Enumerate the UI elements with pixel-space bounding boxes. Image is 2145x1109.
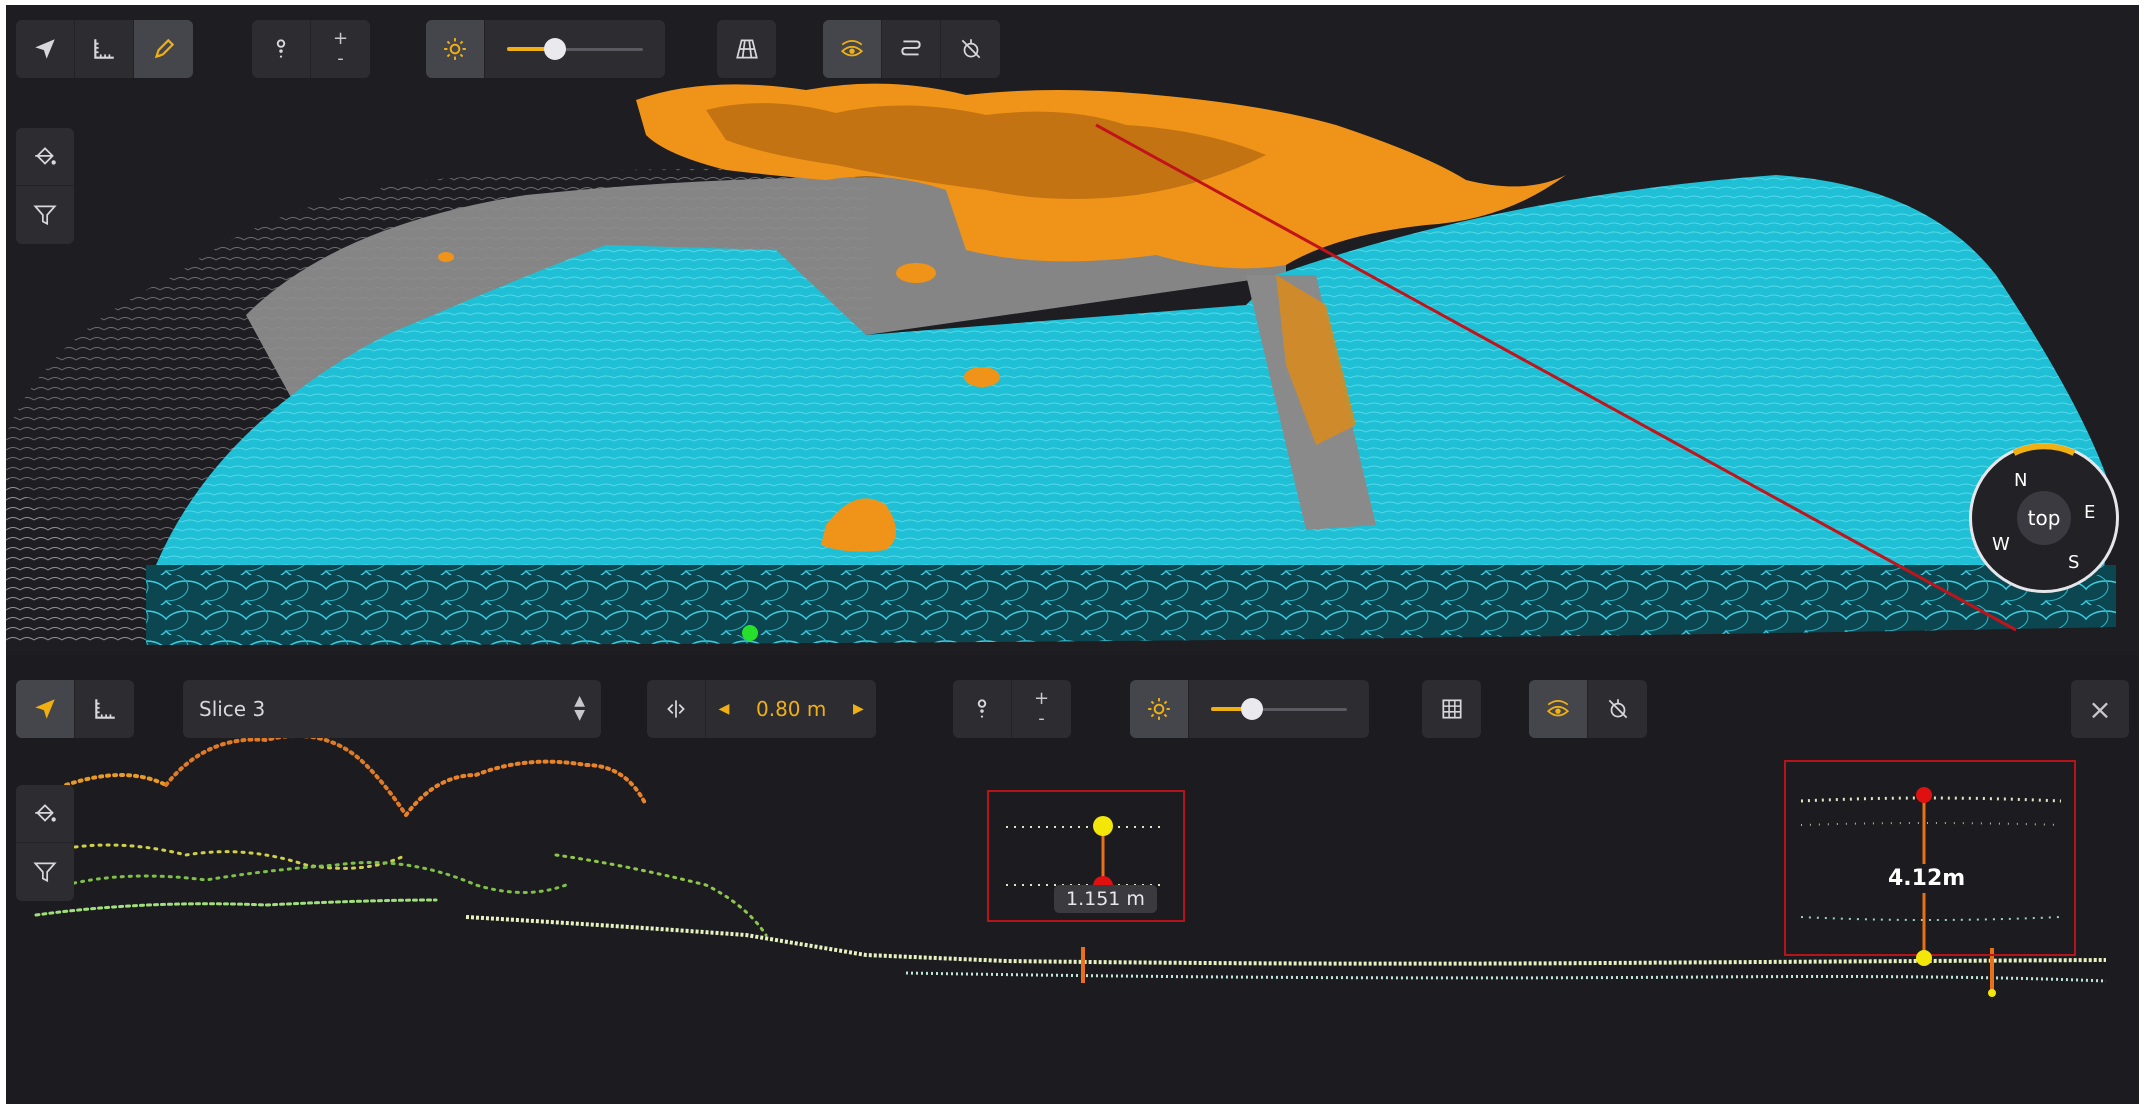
eye-layers-icon	[1546, 700, 1570, 717]
filter-icon	[33, 862, 57, 883]
sun-icon	[1148, 698, 1170, 720]
slice-visibility-button[interactable]	[1529, 680, 1588, 738]
slice-path-icon	[901, 40, 921, 56]
point-size-icon	[276, 39, 286, 58]
slice-point-size-button[interactable]	[953, 680, 1012, 738]
slice-grid-button[interactable]	[1422, 680, 1481, 738]
slice-navigate-button[interactable]	[16, 680, 75, 738]
eye-layers-icon	[840, 40, 864, 57]
slice-brightness-slider[interactable]	[1189, 680, 1369, 738]
brightness-slider-knob[interactable]	[543, 38, 566, 60]
slice-width-button[interactable]	[647, 680, 706, 738]
measure-2-bottom-handle	[1916, 950, 1932, 966]
compass-west: W	[1992, 534, 2010, 555]
point-size-plus[interactable]: +	[333, 29, 348, 49]
slice-point-size-minus[interactable]: -	[1038, 709, 1045, 729]
slice-brightness-button[interactable]	[1130, 680, 1189, 738]
slice-side-tools	[16, 785, 74, 901]
compass-east: E	[2084, 502, 2096, 523]
point-size-icon	[977, 699, 987, 718]
slice-point-size-toolbar: + -	[953, 680, 1071, 738]
no-target-icon	[961, 39, 980, 59]
crosshair-button[interactable]	[941, 20, 1000, 78]
point-size-toolbar: + -	[252, 20, 370, 78]
brightness-slider[interactable]	[485, 20, 665, 78]
brightness-button[interactable]	[426, 20, 485, 78]
measure-1-top-handle	[1093, 816, 1113, 836]
top-side-tools	[16, 128, 74, 244]
slice-width-toolbar: ◀ 0.80 m ▶	[647, 680, 877, 738]
grid-button[interactable]	[717, 20, 776, 78]
grid-toolbar	[717, 20, 776, 78]
measure-button[interactable]	[75, 20, 134, 78]
view-options-toolbar	[823, 20, 1000, 78]
slice-brightness-slider-knob[interactable]	[1240, 698, 1263, 720]
mode-toolbar	[16, 20, 193, 78]
slice-select-value: Slice 3	[199, 697, 266, 721]
slice-width-increase[interactable]: ▶	[840, 680, 876, 738]
draw-button[interactable]	[134, 20, 193, 78]
navigate-arrow-icon	[35, 699, 55, 719]
measure-2-top-handle	[1916, 787, 1932, 803]
navigate-arrow-icon	[35, 39, 55, 59]
point-size-button[interactable]	[252, 20, 311, 78]
brightness-toolbar	[426, 20, 665, 78]
measurement-label-1: 1.151 m	[1054, 885, 1157, 913]
measurement-label-2: 4.12m	[1882, 864, 1972, 893]
green-marker	[742, 625, 758, 641]
grid-icon	[1441, 699, 1462, 719]
slice-point-size-plus[interactable]: +	[1034, 689, 1049, 709]
filter-button[interactable]	[16, 186, 74, 244]
slice-color-mode-button[interactable]	[16, 785, 74, 843]
slice-brightness-toolbar	[1130, 680, 1369, 738]
slice-grid-toolbar	[1422, 680, 1481, 738]
paint-bucket-icon	[35, 146, 56, 165]
slice-width-decrease[interactable]: ◀	[706, 680, 742, 738]
point-size-stepper[interactable]: + -	[311, 20, 370, 78]
scan-loops-band	[146, 565, 2116, 645]
split-arrows-icon	[667, 700, 685, 718]
slice-filter-button[interactable]	[16, 843, 74, 901]
slice-crosshair-button[interactable]	[1588, 680, 1647, 738]
slice-width-value: 0.80 m	[756, 697, 827, 721]
tree-profiles	[34, 733, 768, 937]
color-mode-button[interactable]	[16, 128, 74, 186]
3d-view-panel[interactable]: + - N E S W top	[6, 5, 2139, 655]
ruler-icon	[94, 699, 115, 719]
pencil-icon	[154, 38, 174, 59]
compass-south: S	[2068, 552, 2080, 573]
app-frame: + - N E S W top 1.151 m 4.12m Slice 3 ▲ …	[6, 5, 2139, 1104]
compass-north: N	[2014, 470, 2028, 491]
sun-icon	[444, 38, 466, 60]
grid-3d-icon	[735, 39, 758, 59]
filter-icon	[33, 205, 57, 226]
ruler-icon	[94, 39, 114, 59]
view-compass[interactable]: N E S W top	[1969, 443, 2119, 593]
compass-top-button[interactable]: top	[2017, 491, 2071, 545]
ground-profile	[465, 915, 2107, 966]
slice-mode-toolbar	[16, 680, 134, 738]
navigate-button[interactable]	[16, 20, 75, 78]
slice-select[interactable]: Slice 3 ▲ ▼	[183, 680, 601, 738]
slice-measure-button[interactable]	[75, 680, 134, 738]
point-size-minus[interactable]: -	[337, 49, 344, 69]
point-cloud-3d[interactable]	[6, 5, 2139, 655]
paint-bucket-icon	[35, 803, 56, 822]
close-slice-view-button[interactable]: ×	[2071, 680, 2129, 738]
slice-path-button[interactable]	[882, 20, 941, 78]
no-target-icon	[1608, 699, 1627, 719]
slice-view-options-toolbar	[1529, 680, 1647, 738]
slice-view-panel[interactable]: 1.151 m 4.12m Slice 3 ▲ ▼ ◀ 0.80 m ▶ + -…	[6, 655, 2139, 1104]
chevron-up-down-icon: ▲ ▼	[574, 693, 585, 723]
visibility-button[interactable]	[823, 20, 882, 78]
slice-point-size-stepper[interactable]: + -	[1012, 680, 1071, 738]
